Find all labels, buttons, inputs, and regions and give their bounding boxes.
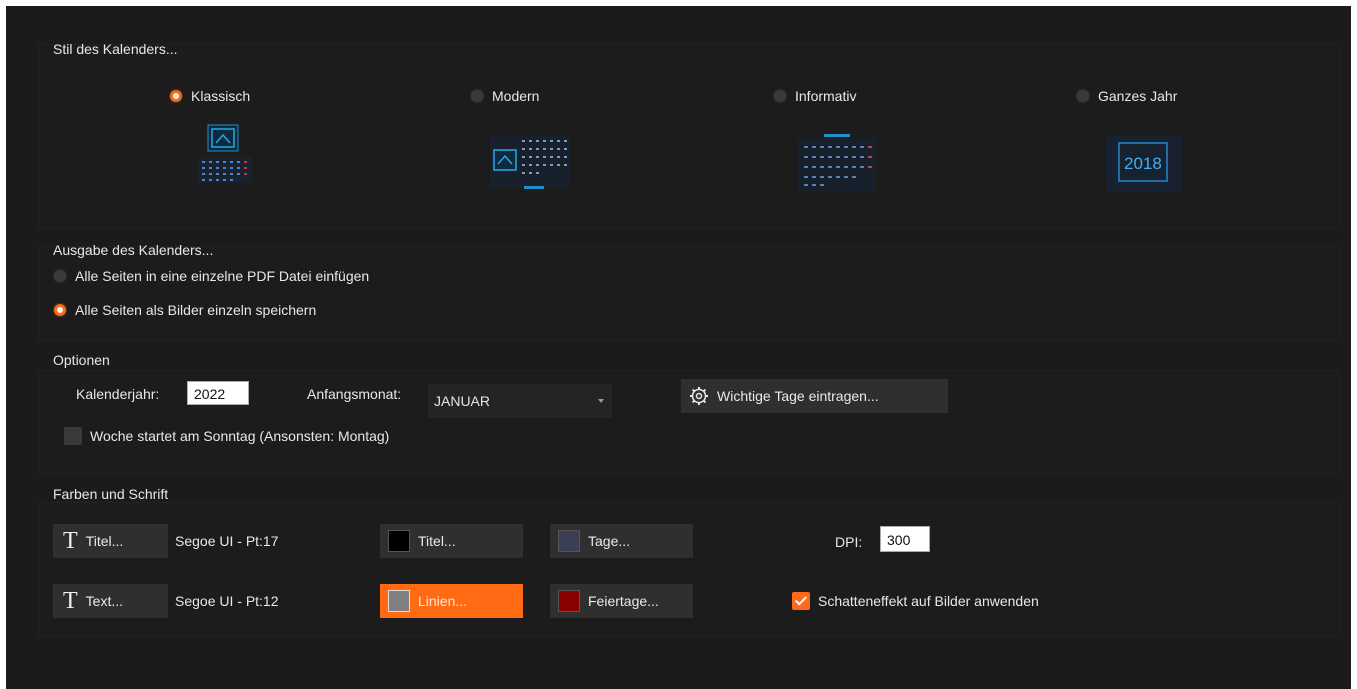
title-font-info: Segoe UI - Pt:17 (175, 533, 279, 549)
days-color-swatch (558, 530, 580, 552)
week-sunday-option[interactable]: Woche startet am Sonntag (Ansonsten: Mon… (64, 427, 389, 445)
title-color-swatch (388, 530, 410, 552)
important-days-label: Wichtige Tage eintragen... (717, 388, 879, 404)
dpi-input[interactable]: 300 (880, 526, 930, 552)
output-option-label: Alle Seiten in eine einzelne PDF Datei e… (75, 268, 370, 284)
output-option-pdf[interactable]: Alle Seiten in eine einzelne PDF Datei e… (53, 268, 369, 284)
start-month-label: Anfangsmonat: (307, 386, 402, 402)
days-color-label: Tage... (588, 533, 631, 549)
output-group (38, 246, 1340, 340)
font-icon: T (63, 588, 78, 614)
start-month-value: JANUAR (434, 393, 491, 409)
style-option-label: Klassisch (191, 88, 251, 104)
week-sunday-checkbox[interactable] (64, 427, 82, 445)
style-option-informative[interactable]: Informativ (773, 88, 856, 104)
style-option-label: Ganzes Jahr (1098, 88, 1178, 104)
radio-informative[interactable] (773, 89, 787, 103)
options-group-title: Optionen (53, 352, 110, 368)
holidays-color-button[interactable]: Feiertage... (550, 584, 693, 618)
calendar-classic-icon[interactable] (194, 121, 256, 187)
output-group-title: Ausgabe des Kalenders... (53, 242, 214, 258)
gear-icon (690, 387, 708, 405)
year-input[interactable]: 2022 (187, 381, 249, 405)
title-font-label: Titel... (85, 533, 124, 549)
chevron-down-icon (598, 399, 604, 403)
lines-color-swatch (388, 590, 410, 612)
year-label: Kalenderjahr: (76, 386, 160, 402)
style-option-classic[interactable]: Klassisch (169, 88, 250, 104)
radio-output-images[interactable] (53, 303, 67, 317)
title-font-button[interactable]: T Titel... (53, 524, 168, 558)
text-font-button[interactable]: T Text... (53, 584, 168, 618)
shadow-checkbox[interactable] (792, 592, 810, 610)
holidays-color-swatch (558, 590, 580, 612)
days-color-button[interactable]: Tage... (550, 524, 693, 558)
calendar-modern-icon[interactable] (490, 130, 572, 192)
output-option-images[interactable]: Alle Seiten als Bilder einzeln speichern (53, 302, 316, 318)
calendar-informative-icon[interactable] (798, 134, 878, 194)
calendar-settings-panel: Stil des Kalenders... Klassisch Modern I… (6, 6, 1351, 689)
calendar-full-year-icon[interactable]: 2018 (1106, 136, 1182, 192)
style-option-label: Informativ (795, 88, 857, 104)
radio-modern[interactable] (470, 89, 484, 103)
style-option-modern[interactable]: Modern (470, 88, 539, 104)
title-color-button[interactable]: Titel... (380, 524, 523, 558)
style-option-label: Modern (492, 88, 540, 104)
full-year-icon-text: 2018 (1124, 154, 1162, 173)
dpi-label: DPI: (835, 534, 863, 550)
week-sunday-label: Woche startet am Sonntag (Ansonsten: Mon… (90, 428, 390, 444)
style-group-title: Stil des Kalenders... (53, 41, 178, 57)
output-option-label: Alle Seiten als Bilder einzeln speichern (75, 302, 317, 318)
shadow-label: Schatteneffekt auf Bilder anwenden (818, 593, 1039, 609)
radio-output-pdf[interactable] (53, 269, 67, 283)
lines-color-label: Linien... (418, 593, 468, 609)
lines-color-button[interactable]: Linien... (380, 584, 523, 618)
radio-full-year[interactable] (1076, 89, 1090, 103)
start-month-select[interactable]: JANUAR (428, 384, 612, 418)
shadow-option[interactable]: Schatteneffekt auf Bilder anwenden (792, 592, 1039, 610)
font-icon: T (63, 528, 78, 554)
radio-classic[interactable] (169, 89, 183, 103)
title-color-label: Titel... (418, 533, 456, 549)
holidays-color-label: Feiertage... (588, 593, 659, 609)
text-font-label: Text... (85, 593, 124, 609)
text-font-info: Segoe UI - Pt:12 (175, 593, 279, 609)
style-option-full-year[interactable]: Ganzes Jahr (1076, 88, 1177, 104)
important-days-button[interactable]: Wichtige Tage eintragen... (681, 379, 948, 413)
colors-group-title: Farben und Schrift (53, 486, 169, 502)
